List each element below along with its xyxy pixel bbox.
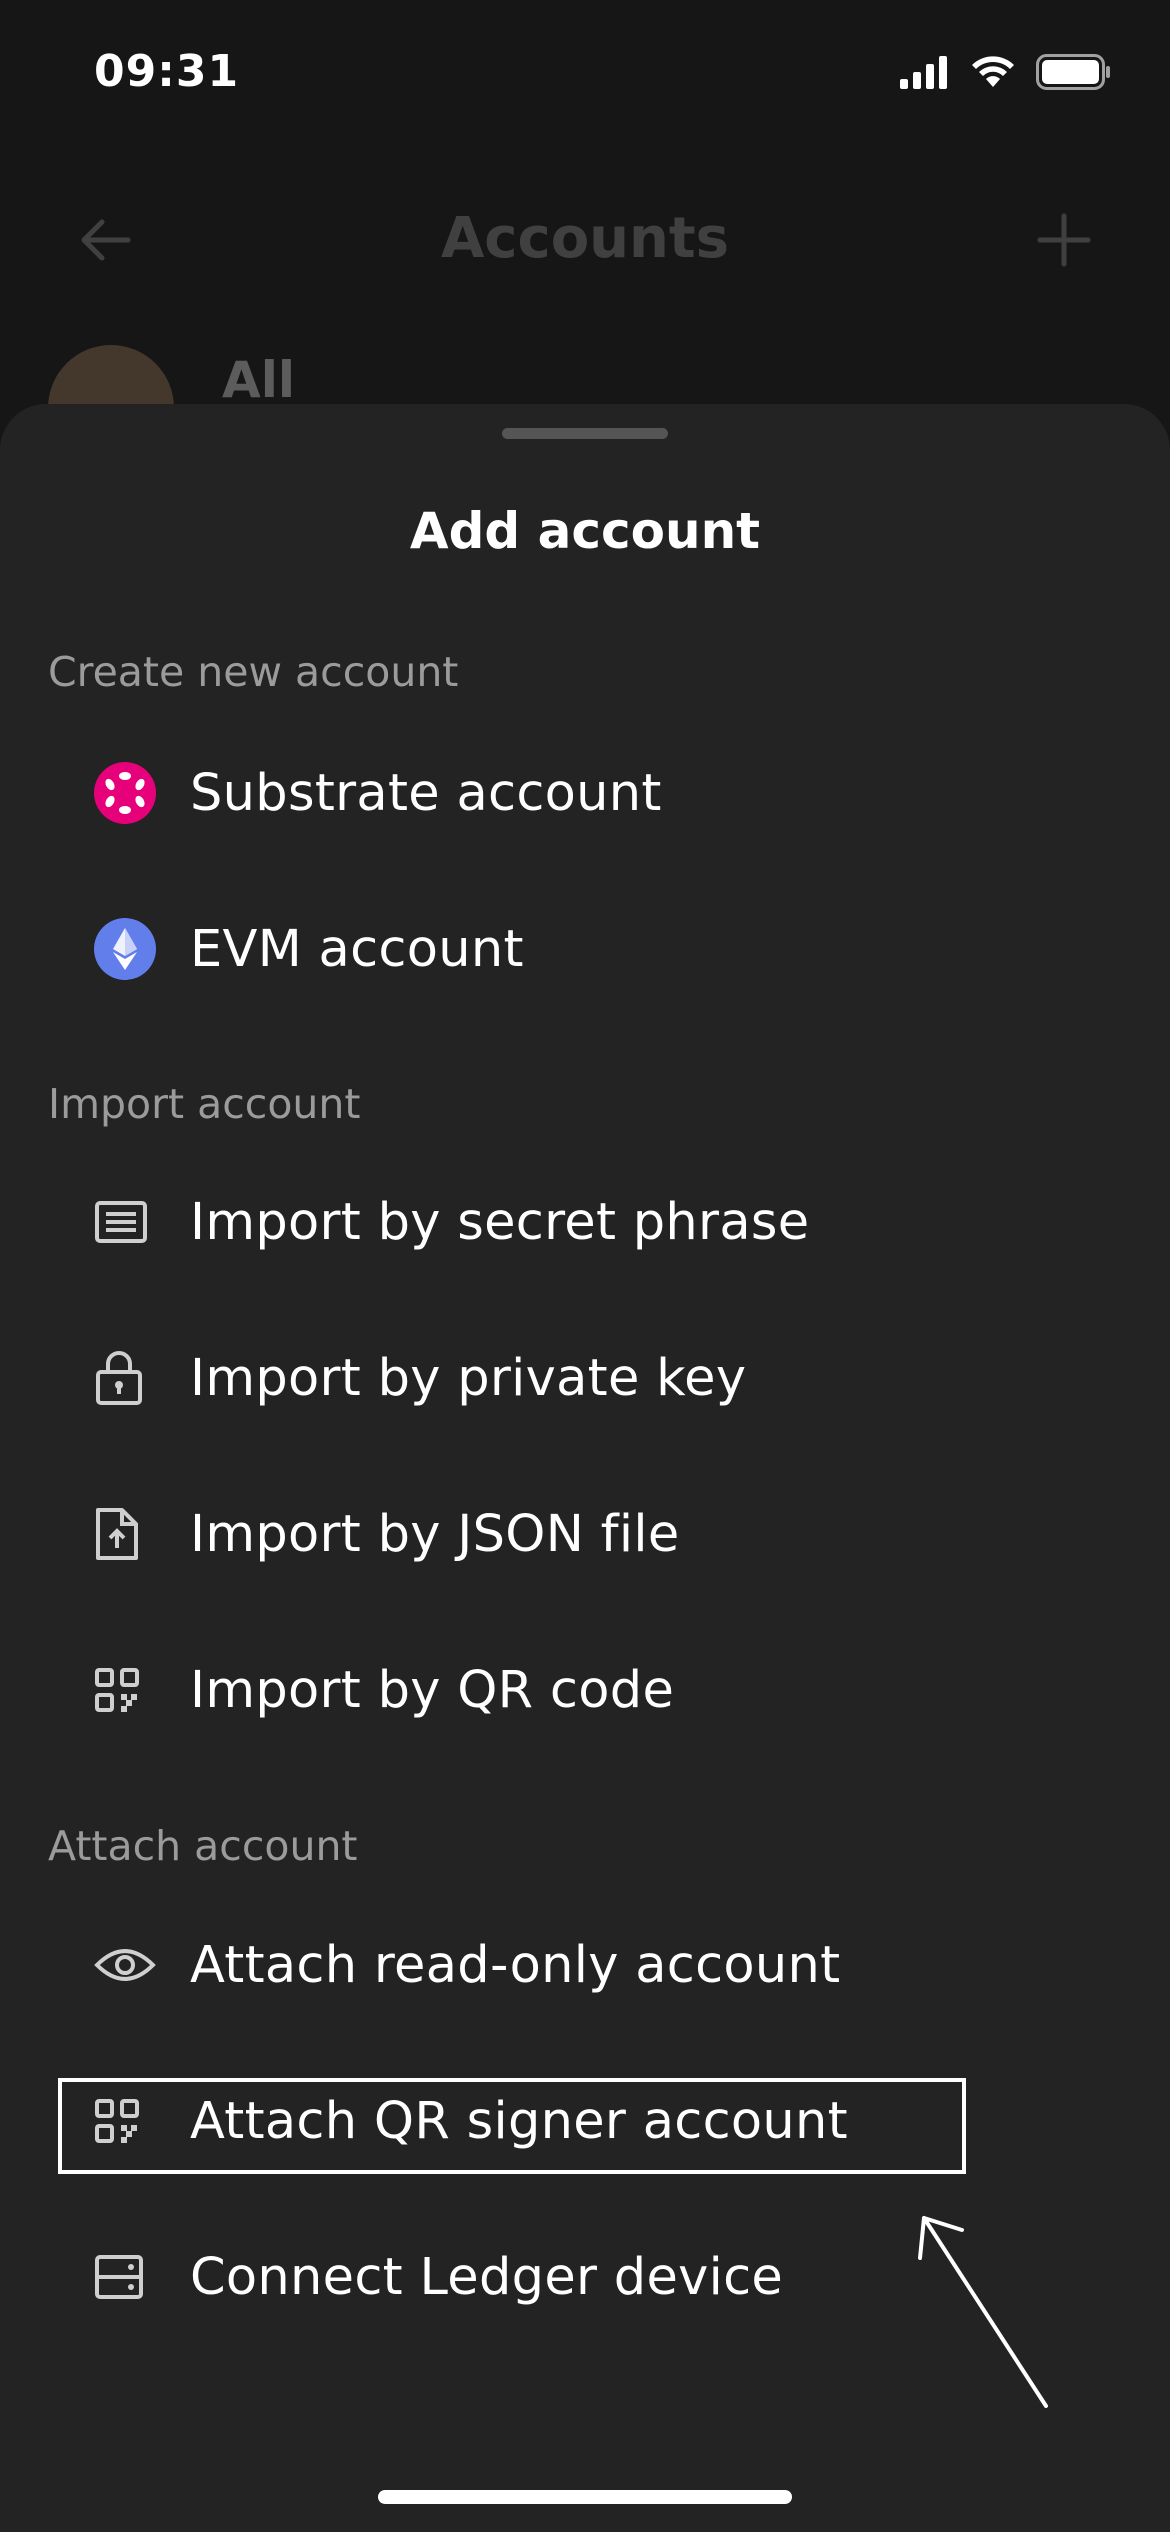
connect-ledger-label: Connect Ledger device (190, 2247, 784, 2307)
status-time: 09:31 (94, 46, 240, 97)
background-header: Accounts (0, 190, 1170, 290)
substrate-account-label: Substrate account (190, 763, 662, 823)
background-title: Accounts (440, 206, 730, 271)
lock-icon (96, 1351, 142, 1405)
background-row-label: All (222, 351, 295, 409)
import-json-file-label: Import by JSON file (190, 1504, 680, 1564)
document-lines-icon (95, 1201, 147, 1243)
import-json-file-item[interactable]: Import by JSON file (60, 1479, 1120, 1589)
qr-icon (95, 1668, 139, 1712)
import-secret-phrase-item[interactable]: Import by secret phrase (60, 1167, 1120, 1277)
highlight-box (58, 2078, 966, 2174)
attach-read-only-item[interactable]: Attach read-only account (60, 1910, 1120, 2020)
ethereum-icon (94, 918, 156, 980)
home-indicator[interactable] (378, 2490, 792, 2504)
import-qr-code-item[interactable]: Import by QR code (60, 1635, 1120, 1745)
substrate-account-item[interactable]: Substrate account (60, 738, 1120, 848)
file-upload-icon (96, 1508, 138, 1560)
screen: 09:31 Accounts All Add account Create ne… (0, 0, 1170, 2532)
evm-account-item[interactable]: EVM account (60, 894, 1120, 1004)
ledger-icon (95, 2255, 143, 2299)
status-bar: 09:31 (0, 0, 1170, 150)
polkadot-icon (94, 762, 156, 824)
import-qr-code-label: Import by QR code (190, 1660, 675, 1720)
sheet-grabber[interactable] (502, 428, 668, 439)
wifi-icon (972, 56, 1014, 87)
sheet-title: Add account (409, 502, 761, 560)
import-secret-phrase-label: Import by secret phrase (190, 1192, 810, 1252)
import-private-key-label: Import by private key (190, 1348, 747, 1408)
cellular-signal-icon (900, 56, 947, 89)
attach-read-only-label: Attach read-only account (190, 1935, 841, 1995)
section-label-create: Create new account (48, 648, 459, 696)
annotation-arrow (918, 2216, 1048, 2408)
import-private-key-item[interactable]: Import by private key (60, 1323, 1120, 1433)
plus-icon (1037, 213, 1091, 267)
status-icons (900, 54, 1112, 90)
eye-icon (94, 1949, 156, 1981)
battery-icon (1036, 54, 1110, 90)
evm-account-label: EVM account (190, 919, 524, 979)
section-label-import: Import account (48, 1080, 361, 1128)
section-label-attach: Attach account (48, 1822, 358, 1870)
